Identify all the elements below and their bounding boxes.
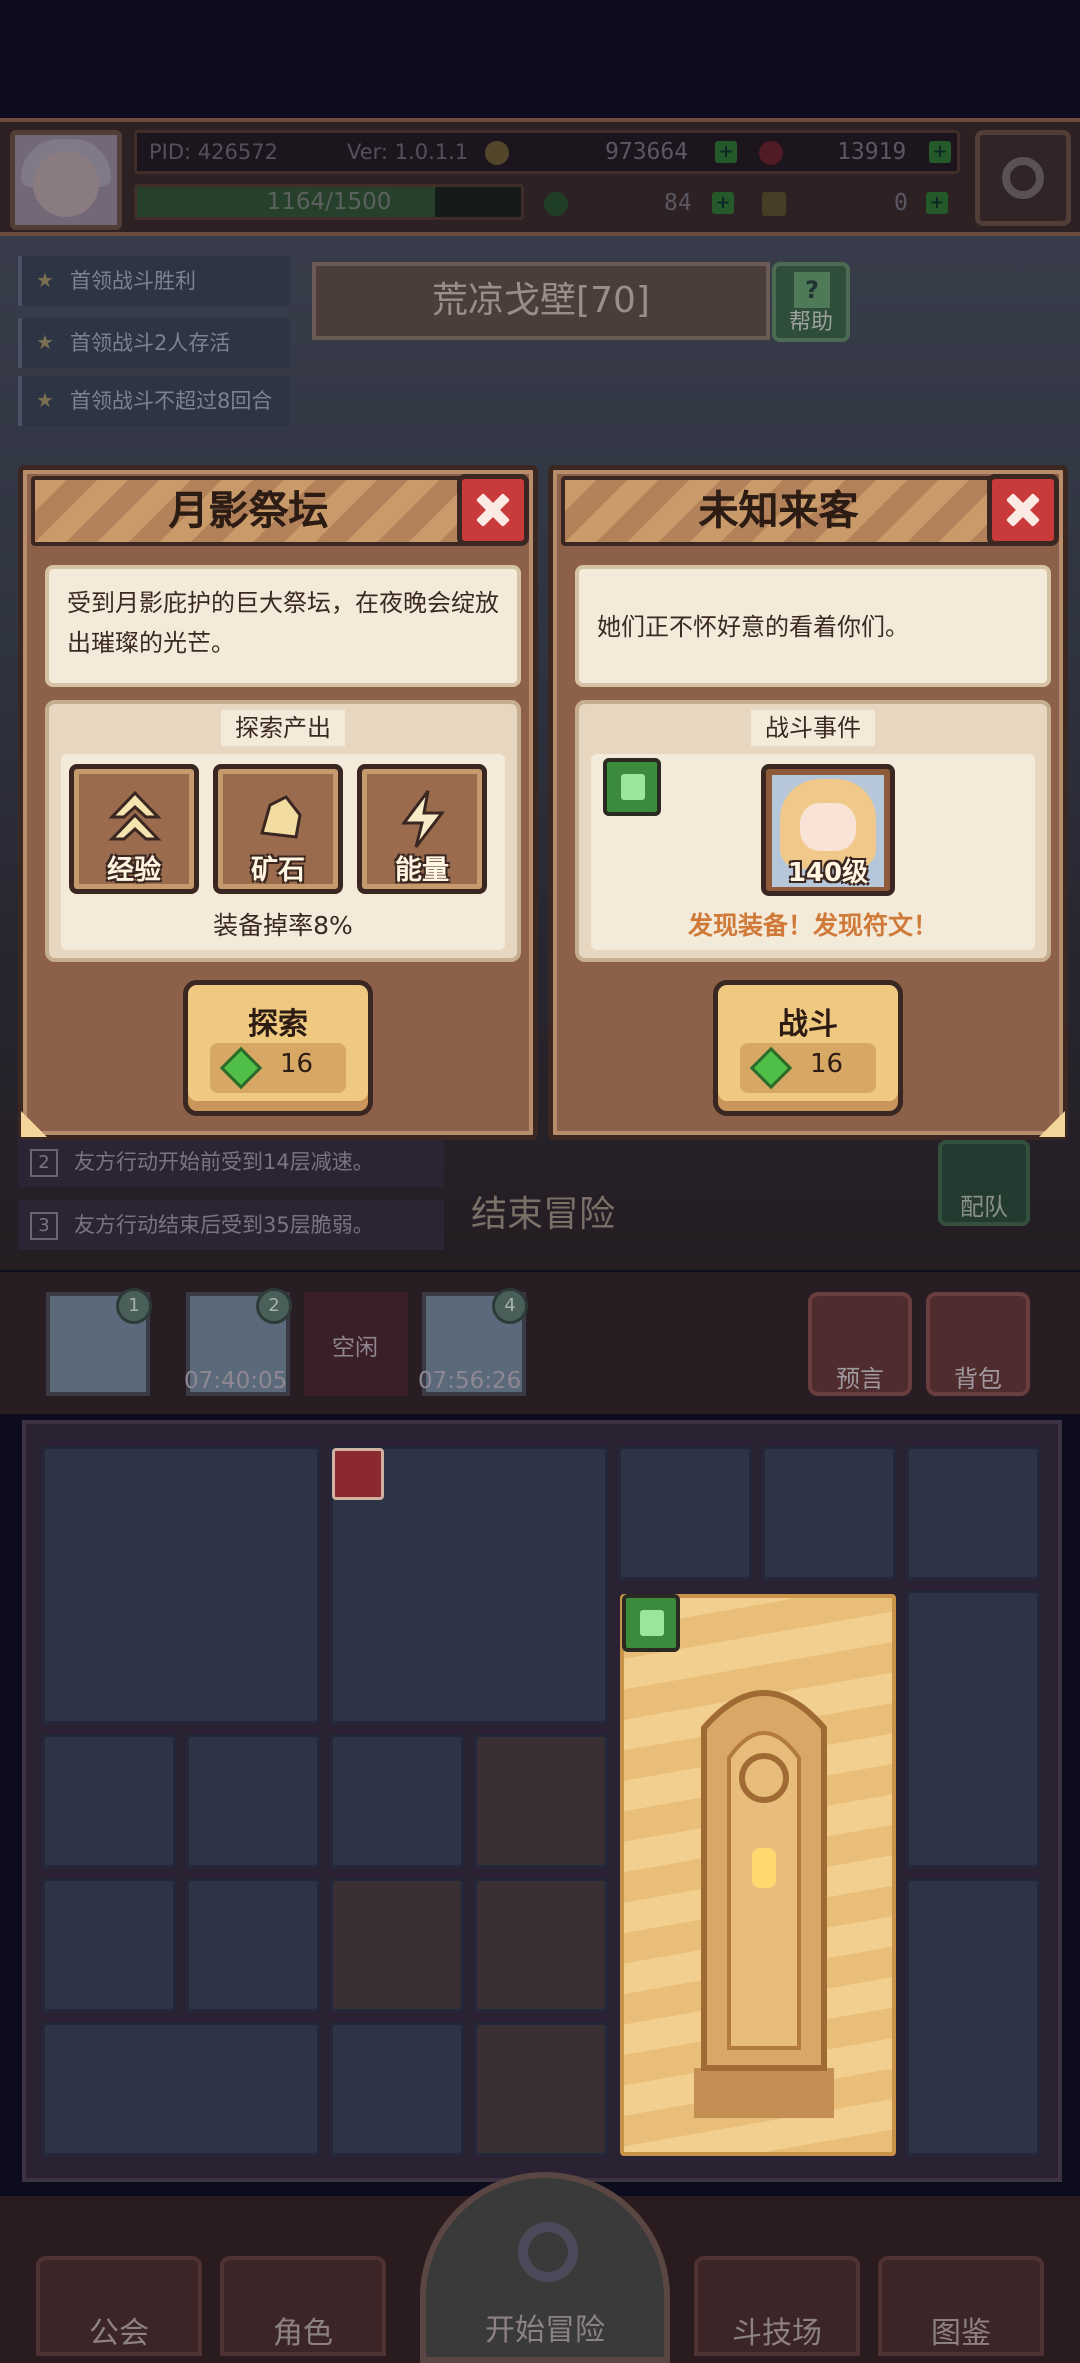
map-cell[interactable] <box>618 1446 752 1580</box>
output-item-experience[interactable]: 经验 <box>69 764 199 894</box>
slot-status: 空闲 <box>332 1335 378 1361</box>
close-button[interactable] <box>457 474 529 546</box>
output-item-energy[interactable]: 能量 <box>357 764 487 894</box>
battle-button[interactable]: 战斗 16 <box>713 980 903 1116</box>
map-cell[interactable] <box>474 1878 608 2012</box>
energy-gem-icon <box>219 1046 263 1090</box>
team-button[interactable]: 配队 <box>938 1140 1030 1226</box>
dim-overlay <box>0 122 1080 232</box>
map-cell[interactable] <box>42 1734 176 1868</box>
map-cell[interactable] <box>762 1446 896 1580</box>
map-cell[interactable] <box>906 1878 1040 2156</box>
close-button[interactable] <box>987 474 1059 546</box>
battle-section: 战斗事件 140级 发现装备！发现符文！ <box>575 700 1051 962</box>
quest-item: ★ 首领战斗胜利 <box>18 256 290 306</box>
discovery-text: 发现装备！发现符文！ <box>687 911 938 940</box>
expedition-slot-bar: 1 2 07:40:05 空闲 4 07:56:26 预言 背包 <box>0 1272 1080 1414</box>
game-screen: { "header": { "pid": "PID: 426572", "ver… <box>0 0 1080 2363</box>
map-grid <box>22 1420 1062 2182</box>
section-title: 探索产出 <box>221 710 345 746</box>
buff-row: 2 友方行动开始前受到14层减速。 <box>18 1137 444 1187</box>
event-panel-visitor: 未知来客 她们正不怀好意的看着你们。 战斗事件 140级 发现装备！发现符文！ … <box>548 465 1068 1140</box>
section-title: 战斗事件 <box>751 710 875 746</box>
top-status-bar: PID: 426572 Ver: 1.0.1.1 973664 + 13919 … <box>0 118 1080 236</box>
star-icon: ★ <box>36 388 54 412</box>
map-cell-selected-altar[interactable] <box>620 1594 896 2156</box>
altar-illustration <box>694 1690 834 2118</box>
map-cell[interactable] <box>330 1878 464 2012</box>
nav-character[interactable]: 角色 <box>220 2256 386 2356</box>
star-icon: ★ <box>36 330 54 354</box>
energy-gem-icon <box>749 1046 793 1090</box>
mushroom-marker-icon <box>332 1448 384 1500</box>
panel-title: 月影祭坛 <box>168 488 329 534</box>
ore-icon <box>260 795 302 839</box>
lightning-icon <box>401 790 446 848</box>
map-cell[interactable] <box>906 1446 1040 1580</box>
panel-title: 未知来客 <box>698 488 859 534</box>
quest-item: ★ 首领战斗不超过8回合 <box>18 376 290 426</box>
output-list: 经验 矿石 能量 装备掉率8% <box>61 754 505 950</box>
map-cell[interactable] <box>330 1734 464 1868</box>
zone-title: 荒凉戈壁[70] <box>312 262 770 340</box>
event-panel-altar: 月影祭坛 受到月影庇护的巨大祭坛，在夜晚会绽放出璀璨的光芒。 探索产出 经验 矿… <box>18 465 538 1140</box>
magnifier-icon <box>518 2222 578 2282</box>
panel-description: 受到月影庇护的巨大祭坛，在夜晚会绽放出璀璨的光芒。 <box>45 565 521 687</box>
panel-header: 未知来客 <box>561 476 996 546</box>
drop-rate-text: 装备掉率8% <box>213 911 353 940</box>
quest-item: ★ 首领战斗2人存活 <box>18 318 290 368</box>
corner-decoration <box>21 1111 47 1137</box>
map-cell[interactable] <box>42 1878 176 2012</box>
question-icon: ? <box>794 272 830 308</box>
map-cell[interactable] <box>906 1590 1040 1868</box>
end-adventure-button[interactable]: 结束冒险 <box>458 1140 628 1240</box>
thumbs-up-icon <box>622 1594 680 1652</box>
prophecy-button[interactable]: 预言 <box>808 1292 912 1396</box>
backpack-button[interactable]: 背包 <box>926 1292 1030 1396</box>
buff-row: 3 友方行动结束后受到35层脆弱。 <box>18 1200 444 1250</box>
expedition-slot[interactable]: 1 <box>46 1288 152 1396</box>
cost-box: 16 <box>210 1043 346 1093</box>
nav-codex[interactable]: 图鉴 <box>878 2256 1044 2356</box>
corner-decoration <box>1039 1111 1065 1137</box>
panel-header: 月影祭坛 <box>31 476 466 546</box>
map-cell[interactable] <box>474 2022 608 2156</box>
map-cell[interactable] <box>42 1446 320 1724</box>
panel-description: 她们正不怀好意的看着你们。 <box>575 565 1051 687</box>
map-cell[interactable] <box>186 1878 320 2012</box>
output-section: 探索产出 经验 矿石 能量 装备掉率8% <box>45 700 521 962</box>
output-item-ore[interactable]: 矿石 <box>213 764 343 894</box>
experience-icon <box>108 790 162 841</box>
map-cell[interactable] <box>42 2022 320 2156</box>
enemy-level: 140级 <box>787 858 869 888</box>
star-icon: ★ <box>36 268 54 292</box>
slot-timer: 07:40:05 <box>184 1368 288 1394</box>
nav-arena[interactable]: 斗技场 <box>694 2256 860 2356</box>
enemy-portrait[interactable]: 140级 <box>761 764 895 896</box>
map-cell[interactable] <box>330 2022 464 2156</box>
cost-box: 16 <box>740 1043 876 1093</box>
explore-button[interactable]: 探索 16 <box>183 980 373 1116</box>
slot-timer: 07:56:26 <box>418 1368 522 1394</box>
thumbs-up-icon <box>603 758 661 816</box>
map-cell[interactable] <box>186 1734 320 1868</box>
battle-info: 140级 发现装备！发现符文！ <box>591 754 1035 950</box>
help-button[interactable]: ? 帮助 <box>772 262 850 342</box>
map-cell[interactable] <box>474 1734 608 1868</box>
nav-guild[interactable]: 公会 <box>36 2256 202 2356</box>
